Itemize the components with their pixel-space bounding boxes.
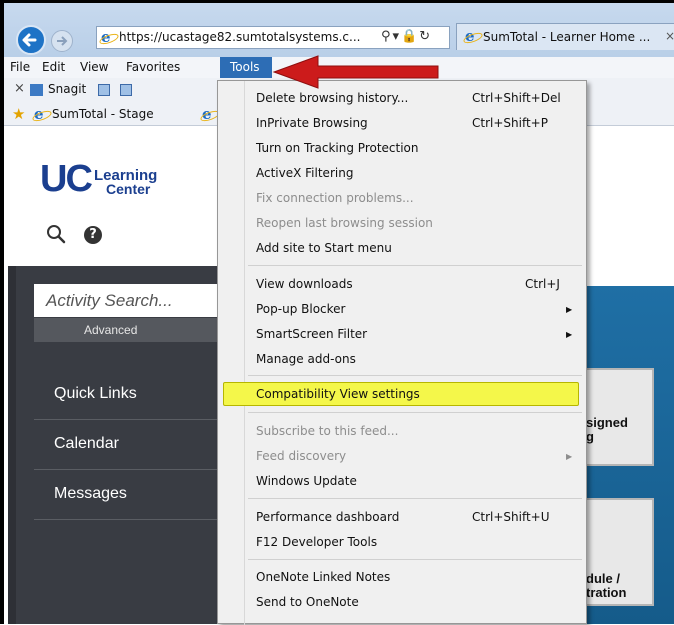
lock-icon[interactable]: 🔒 <box>401 29 419 44</box>
shortcut-delete-history: Ctrl+Shift+Del <box>472 91 561 105</box>
favorite-ie-icon: e <box>199 105 221 124</box>
nav-messages[interactable]: Messages <box>34 470 222 520</box>
advanced-search-button[interactable]: Advanced <box>34 318 224 342</box>
menu-file[interactable]: File <box>10 60 30 74</box>
menu-item-windows-update[interactable]: Windows Update <box>256 474 357 488</box>
menu-favorites[interactable]: Favorites <box>126 60 180 74</box>
browser-window: e https://ucastage82.sumtotalsystems.c..… <box>0 0 674 625</box>
logo-uc: UC <box>40 158 93 200</box>
submenu-arrow-icon: ▶ <box>566 330 573 339</box>
menu-item-f12-tools[interactable]: F12 Developer Tools <box>256 535 377 549</box>
submenu-arrow-icon: ▶ <box>566 452 573 461</box>
address-field[interactable]: e https://ucastage82.sumtotalsystems.c..… <box>96 26 450 49</box>
menu-item-inprivate[interactable]: InPrivate Browsing <box>256 116 368 130</box>
favorite-link-sumtotal[interactable]: SumTotal - Stage <box>52 107 154 121</box>
menu-separator <box>248 498 582 499</box>
favorites-star-icon[interactable]: ★ <box>12 105 25 123</box>
menu-tools[interactable]: Tools <box>220 57 272 78</box>
shortcut-view-downloads: Ctrl+J <box>525 277 560 291</box>
menu-item-send-onenote[interactable]: Send to OneNote <box>256 595 359 609</box>
nav-calendar[interactable]: Calendar <box>34 420 222 470</box>
dropdown-icon[interactable]: ▾ <box>393 29 402 44</box>
snagit-button[interactable]: Snagit <box>48 82 86 96</box>
search-icon[interactable] <box>46 224 68 246</box>
menu-item-compatibility-view[interactable]: Compatibility View settings <box>256 387 420 401</box>
menu-tools-label: Tools <box>230 60 260 74</box>
snagit-icon <box>30 84 43 96</box>
favorite-ie-icon: e <box>31 105 53 124</box>
tile-assigned-line2: g <box>586 429 594 444</box>
menu-separator <box>248 375 582 376</box>
refresh-icon[interactable]: ↻ <box>419 29 432 44</box>
close-icon[interactable]: × <box>665 29 674 43</box>
snagit-capture-icon[interactable] <box>98 84 110 96</box>
tab-title: SumTotal - Learner Home ... <box>483 30 651 44</box>
activity-search-input[interactable]: Activity Search... <box>34 284 224 317</box>
menu-item-subscribe-feed: Subscribe to this feed... <box>256 424 399 438</box>
tile-schedule-line1: dule / <box>586 571 620 586</box>
menu-item-view-downloads[interactable]: View downloads <box>256 277 353 291</box>
menu-item-reopen-session: Reopen last browsing session <box>256 216 433 230</box>
tile-schedule-line2: tration <box>586 585 627 600</box>
menu-edit[interactable]: Edit <box>42 60 65 74</box>
annotation-arrow-icon <box>272 55 439 89</box>
address-actions[interactable]: ⚲▾🔒↻ <box>381 29 432 44</box>
submenu-arrow-icon: ▶ <box>566 305 573 314</box>
tile-assigned-line1: signed <box>586 415 628 430</box>
menu-item-add-start-menu[interactable]: Add site to Start menu <box>256 241 392 255</box>
sidebar-edge <box>8 266 16 624</box>
ie-page-icon: e <box>98 28 120 47</box>
menu-icon-gutter <box>244 81 245 625</box>
tools-dropdown-menu: Delete browsing history... Ctrl+Shift+De… <box>217 80 587 625</box>
menu-item-performance-dashboard[interactable]: Performance dashboard <box>256 510 399 524</box>
menu-separator <box>248 265 582 266</box>
snagit-editor-icon[interactable] <box>120 84 132 96</box>
menu-item-feed-discovery: Feed discovery <box>256 449 347 463</box>
menu-item-manage-addons[interactable]: Manage add-ons <box>256 352 356 366</box>
url-text: https://ucastage82.sumtotalsystems.c... <box>119 30 361 44</box>
back-button[interactable] <box>16 25 46 55</box>
advanced-search-label: Advanced <box>84 323 138 337</box>
forward-arrow-icon <box>57 36 68 46</box>
sidebar: Activity Search... Advanced Quick Links … <box>16 266 224 624</box>
menu-item-fix-connection: Fix connection problems... <box>256 191 414 205</box>
search-icon[interactable]: ⚲ <box>381 29 393 44</box>
menu-separator <box>248 412 582 413</box>
menu-separator <box>248 559 582 560</box>
nav-quick-links[interactable]: Quick Links <box>34 370 222 420</box>
shortcut-performance-dashboard: Ctrl+Shift+U <box>472 510 550 524</box>
back-arrow-icon <box>22 33 37 47</box>
menu-item-smartscreen[interactable]: SmartScreen Filter <box>256 327 367 341</box>
tab-ie-icon: e <box>462 27 484 46</box>
menu-item-tracking-protection[interactable]: Turn on Tracking Protection <box>256 141 419 155</box>
nav-calendar-label: Calendar <box>54 435 119 452</box>
menu-item-onenote-linked[interactable]: OneNote Linked Notes <box>256 570 390 584</box>
close-toolbar-icon[interactable]: × <box>14 81 25 96</box>
shortcut-inprivate: Ctrl+Shift+P <box>472 116 548 130</box>
forward-button[interactable] <box>51 30 73 52</box>
menu-view[interactable]: View <box>80 60 108 74</box>
nav-messages-label: Messages <box>54 485 127 502</box>
menu-item-delete-history[interactable]: Delete browsing history... <box>256 91 408 105</box>
help-icon[interactable]: ? <box>84 226 102 244</box>
menu-item-activex-filtering[interactable]: ActiveX Filtering <box>256 166 353 180</box>
nav-quick-links-label: Quick Links <box>54 385 137 402</box>
activity-search-placeholder: Activity Search... <box>46 291 173 310</box>
address-bar-area: e https://ucastage82.sumtotalsystems.c..… <box>4 3 674 57</box>
menu-item-popup-blocker[interactable]: Pop-up Blocker <box>256 302 345 316</box>
browser-tab[interactable]: e SumTotal - Learner Home ... × <box>456 23 674 50</box>
logo-center: Center <box>106 181 151 197</box>
